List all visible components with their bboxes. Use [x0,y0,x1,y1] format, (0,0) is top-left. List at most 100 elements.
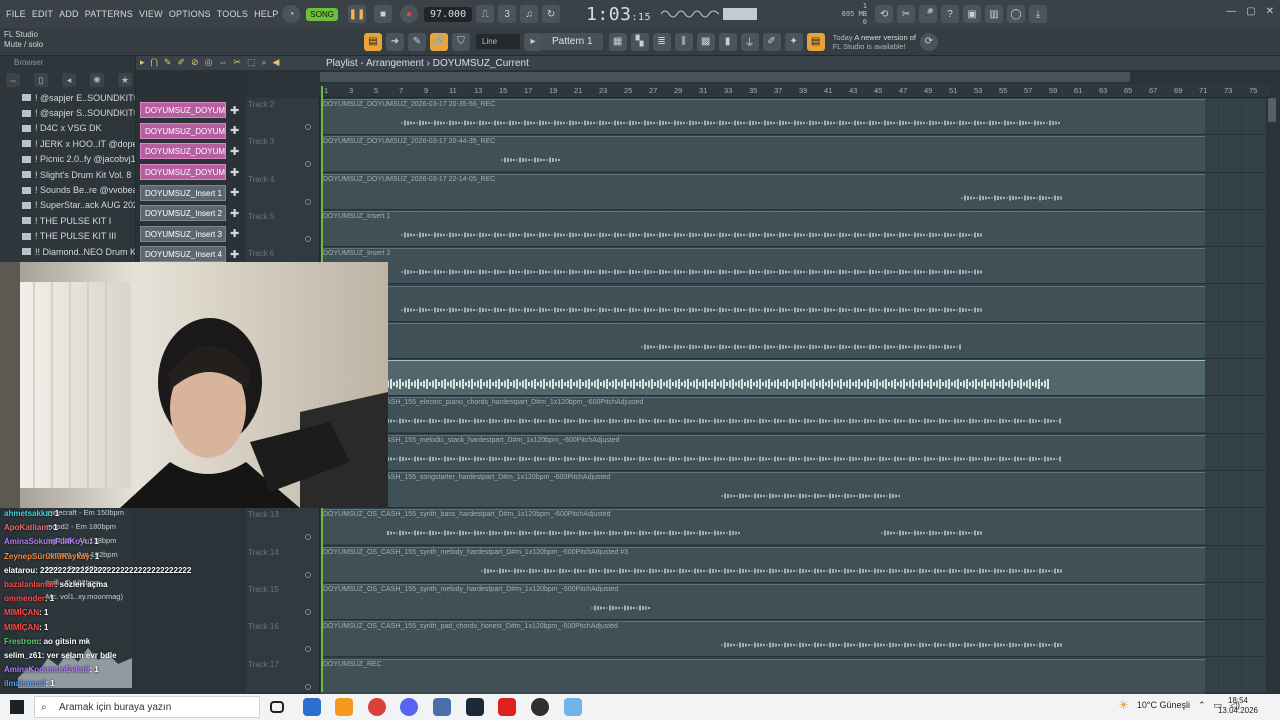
add-channel-icon[interactable]: ✚ [230,166,239,179]
chrome-icon[interactable] [368,698,386,716]
channel-row[interactable]: DOYUMSUZ_Insert 2 ✚ [136,203,246,224]
audio-clip[interactable]: DOYUMSUZ_OS_CASH_155_electric_piano_chor… [321,397,1205,433]
browser-plugin-icon[interactable]: ✺ [90,73,104,87]
channel-name-button[interactable]: DOYUMSUZ_DOYUMSU.. [140,102,226,119]
browser-back-icon[interactable]: ◂ [62,73,76,87]
wait-record-icon[interactable]: ⎍ [476,5,495,23]
mixer-icon[interactable]: ▥ [985,5,1004,23]
steam-icon[interactable] [466,698,484,716]
audio-clip[interactable]: DOYUMSUZ_OS_CASH_155_synth_melody_hardes… [321,546,1205,582]
pause-icon[interactable]: ❚❚ [347,5,366,23]
pattern-selector[interactable]: Pattern 1 [542,33,603,50]
browser-item[interactable]: !! Diamond..NEO Drum Kit [0,244,135,259]
browser-item[interactable]: ! @sapjer S..SOUNDKIT® [0,105,135,120]
record-icon[interactable]: ● [399,5,418,23]
task-view-icon[interactable] [270,701,284,713]
track-mute-button[interactable] [305,161,311,168]
browser-item[interactable]: ! THE PULSE KIT III [0,229,135,244]
arrow-right-icon[interactable]: ➜ [386,32,404,51]
track-label[interactable]: Track 2 [248,100,274,109]
channel-row[interactable]: DOYUMSUZ_DOYUMSU..✚ [136,141,246,162]
menu-tools[interactable]: TOOLS [217,9,248,19]
channel-row[interactable]: DOYUMSUZ_DOYUMSU.. ✚ [136,100,246,121]
menu-arrow-icon[interactable]: ▸ [140,57,145,68]
maximize-icon[interactable]: ▢ [1246,6,1255,17]
playlist-view-icon[interactable]: ▤ [364,32,382,51]
channel-row[interactable]: DOYUMSUZ_Insert 3 ✚ [136,224,246,245]
add-channel-icon[interactable]: ✚ [230,104,239,117]
microphone-icon[interactable]: 🎤 [919,5,938,23]
tray-chevron-icon[interactable]: ⌃ [1198,700,1206,711]
track-label[interactable]: Track 14 [248,548,279,557]
menu-edit[interactable]: EDIT [32,9,53,19]
track-lane[interactable]: DOYUMSUZ_OS_CASH_155_melodic_stack_harde… [321,434,1266,471]
browser-item[interactable]: ! THE PULSE KIT I [0,213,135,228]
start-icon[interactable] [10,700,24,714]
track-lane[interactable]: DOYUMSUZ_Insert 1 [321,210,1266,248]
playlist-grid[interactable]: DOYUMSUZ_DOYUMSUZ_2026-03-17 20-35-56_RE… [321,98,1266,695]
discord-icon[interactable] [400,698,418,716]
track-lane[interactable]: DOYUMSUZ_Insert 2 [321,247,1266,285]
track-lane[interactable] [321,359,1266,397]
notepad-icon[interactable] [564,698,582,716]
metronome-icon[interactable]: ◔ [282,5,301,23]
weather-text[interactable]: 10°C Güneşli [1137,700,1190,710]
history-icon[interactable]: ⟲ [875,5,894,23]
track-lane[interactable]: DOYUMSUZ_OS_CASH_155_synth_pad_chords_ho… [321,620,1266,658]
menu-options[interactable]: OPTIONS [169,9,211,19]
audio-clip[interactable]: DOYUMSUZ_OS_CASH_155_synth_melody_hardes… [321,583,1205,619]
stop-icon[interactable]: ■ [373,5,392,23]
channel-name-button[interactable]: DOYUMSUZ_DOYUMSU.. [140,164,226,181]
add-channel-icon[interactable]: ✚ [230,248,239,261]
menu-help[interactable]: HELP [254,9,278,19]
track-mute-button[interactable] [305,683,311,690]
channel-name-button[interactable]: DOYUMSUZ_DOYUMSU.. [140,122,226,139]
save-icon[interactable]: ▣ [963,5,982,23]
audio-clip[interactable]: DOYUMSUZ_OS_CASH_155_melodic_stack_harde… [321,434,1205,470]
menu-file[interactable]: FILE [6,9,26,19]
mixer-view-icon[interactable]: ≣ [652,32,671,51]
brush-icon[interactable]: ✐ [762,32,781,51]
pattern-arrow-icon[interactable]: ▸ [524,32,542,51]
template-icon[interactable]: ▤ [806,32,825,51]
track-lane[interactable]: DOYUMSUZ_OS_CASH_155_electric_piano_chor… [321,396,1266,434]
channel-name-button[interactable]: DOYUMSUZ_DOYUMSU.. [140,143,226,160]
browser-item[interactable]: ! Slight's Drum Kit Vol. 8 [0,167,135,182]
wand-icon[interactable]: ✦ [784,32,803,51]
track-label[interactable]: Track 3 [248,137,274,146]
channel-name-button[interactable]: DOYUMSUZ_Insert 1 [140,184,226,201]
track-label[interactable]: Track 16 [248,622,279,631]
pencil-icon[interactable]: ✎ [408,32,426,51]
play-tool-icon[interactable]: ◀ [273,57,280,68]
app-icon[interactable] [433,698,451,716]
track-lane[interactable]: DOYUMSUZ_OS_CASH_155_synth_bass_hardestp… [321,508,1266,546]
audio-clip[interactable]: DOYUMSUZ_OS_CASH_155_synth_bass_hardestp… [321,509,1205,545]
horizontal-scrollbar[interactable] [320,72,1130,82]
browser-item[interactable]: ! Picnic 2.0..fy @jacobvj1) [0,152,135,167]
browser-item[interactable]: ! Sounds Be..re @vvobeats [0,182,135,197]
menu-add[interactable]: ADD [59,9,79,19]
browser-item[interactable]: ! @sapjer E..SOUNDKIT® [0,90,135,105]
minimize-icon[interactable]: — [1226,6,1236,17]
magnet-icon[interactable]: ⋂ [151,57,158,68]
track-label[interactable]: Track 17 [248,660,279,669]
track-mute-button[interactable] [305,124,311,130]
piano-roll-icon[interactable]: ▦ [608,32,627,51]
channel-name-button[interactable]: DOYUMSUZ_Insert 2 [140,205,226,222]
track-lane[interactable]: DOYUMSUZ_OS_CASH_155_synth_melody_hardes… [321,583,1266,621]
audio-clip[interactable]: DOYUMSUZ_DOYUMSUZ_2026-03-17 20-35-56_RE… [321,99,1205,134]
news-refresh-icon[interactable]: ⟳ [919,32,938,51]
scissors-icon[interactable]: ✂ [897,5,916,23]
stamp-icon[interactable]: ⛉ [452,32,470,51]
audio-clip[interactable]: DOYUMSUZ_DOYUMSUZ_2026-03-17 20-44-35_RE… [321,136,1205,172]
chat-icon[interactable]: ◯ [1007,5,1026,23]
song-mode-button[interactable]: SONG [306,7,338,21]
download-icon[interactable]: ⤓ [1029,5,1048,23]
audio-clip[interactable]: DOYUMSUZ_DOYUMSUZ_2026-03-17 22-14-05_RE… [321,173,1205,209]
link-icon[interactable]: 🔗 [430,32,448,51]
weather-icon[interactable]: ☀ [1118,698,1129,712]
paint-tool-icon[interactable]: ✐ [177,57,185,68]
track-lane[interactable] [321,285,1266,322]
channel-row[interactable]: DOYUMSUZ_DOYUMSU.. ✚ [136,162,246,183]
browser-item[interactable]: ! D4C x VSG DK [0,121,135,136]
